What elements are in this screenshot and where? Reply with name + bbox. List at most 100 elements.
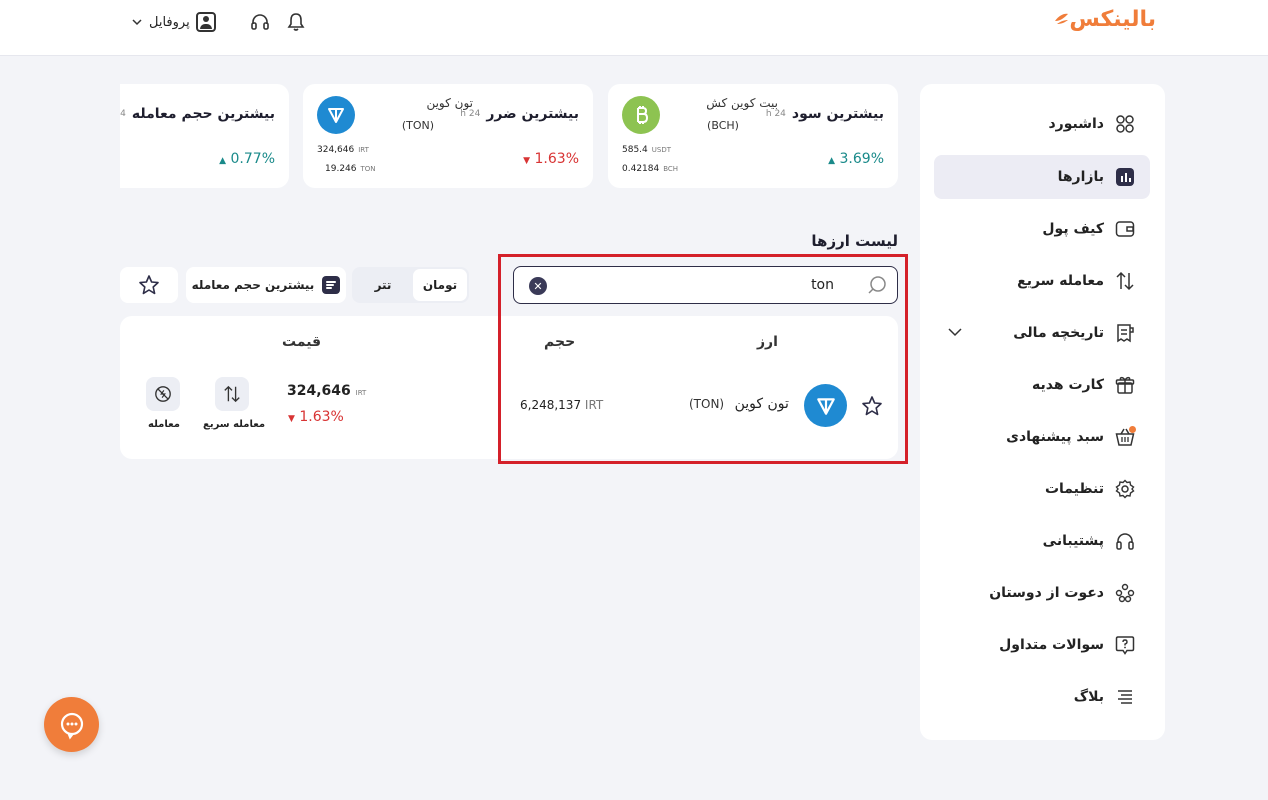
trade-disabled-icon: [155, 386, 171, 402]
section-title: لیست ارزها: [811, 232, 898, 250]
row-price-value: 324,646: [287, 383, 351, 399]
logo-text: بالینکس: [1069, 6, 1156, 32]
mini-price-value: 585.4: [622, 145, 648, 155]
brand-logo[interactable]: بالینکس: [1051, 6, 1156, 32]
top-loss-card[interactable]: بیشترین ضرر 24 h ▼ 1.63% تون کوین (TON) …: [303, 84, 593, 188]
stat-title: بیشترین سود 24 h: [766, 106, 884, 122]
up-arrow-icon: ▲: [828, 156, 836, 166]
column-header-coin: ارز: [757, 334, 778, 350]
row-change-value: 1.63%: [299, 409, 344, 425]
gear-icon: [1114, 478, 1136, 500]
sidebar-item-label: معامله سریع: [1017, 273, 1104, 289]
sidebar-item-blog[interactable]: بلاگ: [934, 675, 1150, 719]
mini-amount-unit: TON: [360, 165, 376, 173]
currency-tabs: تومان تتر: [352, 267, 469, 303]
sidebar-item-faq[interactable]: سوالات متداول: [934, 623, 1150, 667]
favorites-button[interactable]: [120, 267, 178, 303]
tab-tether[interactable]: تتر: [355, 269, 411, 301]
sidebar-item-support[interactable]: پشتیبانی: [934, 519, 1150, 563]
sidebar-item-label: پشتیبانی: [1042, 533, 1104, 549]
down-arrow-icon: ▼: [288, 414, 295, 424]
sidebar-item-label: تنظیمات: [1044, 481, 1104, 497]
top-volume-card[interactable]: بیشترین حجم معامله 24 h ▲ 0.77%: [120, 84, 289, 188]
user-icon: [195, 12, 216, 32]
headset-icon: [1114, 530, 1136, 552]
chevron-down-icon: [132, 19, 142, 26]
sidebar-item-invite-friends[interactable]: دعوت از دوستان: [934, 571, 1150, 615]
stat-title: بیشترین حجم معامله 24 h: [120, 106, 275, 122]
sidebar-item-quick-trade[interactable]: معامله سریع: [934, 259, 1150, 303]
mini-price-unit: IRT: [358, 146, 369, 154]
clear-search-icon[interactable]: ✕: [529, 277, 547, 295]
sidebar-item-markets[interactable]: بازارها: [934, 155, 1150, 199]
people-icon: [1114, 582, 1136, 604]
sidebar-item-financial-history[interactable]: تاریخچه مالی: [934, 311, 1150, 355]
sidebar-item-dashboard[interactable]: داشبورد: [934, 102, 1150, 146]
sidebar-item-label: کارت هدیه: [1032, 377, 1104, 393]
search-icon: [867, 275, 887, 299]
notification-dot: [1129, 426, 1136, 433]
period-label: 24 h: [460, 109, 481, 119]
sidebar-item-gift-card[interactable]: کارت هدیه: [934, 363, 1150, 407]
mini-price: 585.4 USDT: [622, 145, 671, 155]
mini-amount-value: 19.246: [325, 164, 357, 174]
row-volume-unit: IRT: [584, 398, 604, 412]
search-box[interactable]: ✕: [513, 266, 898, 304]
mini-price-unit: USDT: [651, 146, 671, 154]
change-percent: ▲ 3.69%: [828, 151, 884, 167]
blog-icon: [1114, 686, 1136, 708]
sidebar-item-settings[interactable]: تنظیمات: [934, 467, 1150, 511]
markets-icon: [1114, 166, 1136, 188]
coin-name: تون کوین: [426, 96, 473, 110]
sidebar-item-label: بازارها: [1057, 169, 1104, 185]
headset-icon[interactable]: [249, 11, 271, 33]
stat-title-text: بیشترین سود: [791, 106, 884, 122]
trade-button[interactable]: [146, 377, 180, 411]
sidebar: داشبورد بازارها کیف پول معامله سریع تاری…: [920, 84, 1165, 740]
stat-title-text: بیشترین حجم معامله: [131, 106, 275, 122]
profile-menu[interactable]: پروفایل: [131, 10, 216, 34]
mini-amount: 0.42184 BCH: [622, 164, 678, 174]
quick-trade-label: معامله سریع: [203, 419, 266, 430]
mini-amount: 19.246 TON: [325, 164, 376, 174]
sidebar-item-wallet[interactable]: کیف پول: [934, 207, 1150, 251]
top-header: بالینکس پروفایل: [0, 0, 1268, 56]
sidebar-item-suggested-basket[interactable]: سبد پیشنهادی: [934, 415, 1150, 459]
row-price: 324,646 IRT: [287, 383, 370, 399]
sort-button[interactable]: بیشترین حجم معامله: [186, 267, 346, 303]
grid-icon: [1114, 113, 1136, 135]
favorite-star-icon[interactable]: [861, 395, 883, 417]
star-icon: [139, 275, 159, 295]
profile-label: پروفایل: [149, 14, 190, 30]
period-label: 24 h: [765, 109, 786, 119]
stat-title-text: بیشترین ضرر: [486, 106, 579, 122]
ton-logo-icon: [317, 96, 355, 134]
change-value: 0.77%: [230, 151, 275, 167]
row-price-unit: IRT: [355, 389, 367, 397]
ton-logo-icon: [804, 384, 847, 427]
coin-symbol: (TON): [401, 119, 435, 132]
chat-button[interactable]: [44, 697, 99, 752]
sidebar-item-label: بلاگ: [1073, 689, 1104, 705]
column-header-price: قیمت: [282, 334, 322, 350]
search-input[interactable]: [554, 273, 834, 297]
sidebar-item-label: داشبورد: [1048, 116, 1105, 132]
quick-trade-button[interactable]: [215, 377, 249, 411]
down-arrow-icon: ▼: [523, 156, 531, 166]
bell-icon[interactable]: [285, 11, 307, 33]
swap-icon: [1114, 270, 1136, 292]
stat-title: بیشترین ضرر 24 h: [460, 106, 579, 122]
coin-symbol: (BCH): [707, 119, 739, 132]
tab-toman[interactable]: تومان: [413, 269, 467, 301]
change-percent: ▼ 1.63%: [523, 151, 579, 167]
mini-amount-value: 0.42184: [622, 164, 660, 174]
period-label: 24 h: [120, 109, 126, 119]
chevron-down-icon[interactable]: [946, 323, 964, 341]
market-table: ارز حجم قیمت (TON) تون کوین 6,248,137 IR…: [120, 316, 898, 459]
mini-amount-unit: BCH: [663, 165, 679, 173]
change-value: 3.69%: [839, 151, 884, 167]
basket-icon: [1114, 426, 1136, 448]
row-coin-name[interactable]: (TON) تون کوین: [689, 396, 789, 412]
mini-price-value: 324,646: [317, 145, 355, 155]
top-gain-card[interactable]: بیشترین سود 24 h ▲ 3.69% بیت کوین کش (BC…: [608, 84, 898, 188]
